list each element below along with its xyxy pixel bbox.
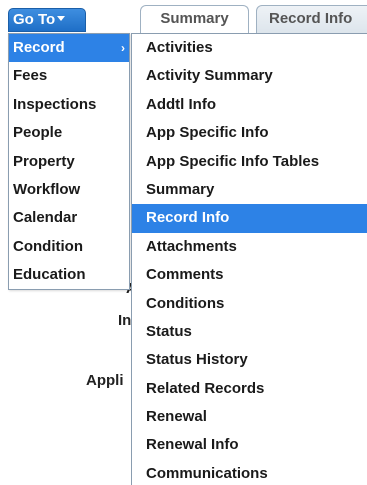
goto-button[interactable]: Go To: [8, 8, 86, 32]
submenu-item-communications[interactable]: Communications: [132, 460, 367, 485]
record-page: Go To Summary Record Info A In Appli Rec…: [0, 0, 367, 485]
menu-item-people[interactable]: People: [9, 119, 129, 147]
submenu-item-record-info[interactable]: Record Info: [132, 204, 367, 233]
menu-item-workflow[interactable]: Workflow: [9, 176, 129, 204]
caret-down-icon: [57, 16, 66, 21]
chevron-right-icon: ›: [121, 41, 125, 55]
submenu-item-conditions[interactable]: Conditions: [132, 290, 367, 318]
tab-record-info[interactable]: Record Info: [256, 5, 367, 33]
menu-item-education[interactable]: Education: [9, 261, 129, 289]
background-label: In: [118, 312, 132, 329]
submenu-item-summary[interactable]: Summary: [132, 176, 367, 204]
record-submenu: Activities Activity Summary Addtl Info A…: [131, 33, 367, 485]
menu-item-calendar[interactable]: Calendar: [9, 204, 129, 232]
submenu-item-status-history[interactable]: Status History: [132, 346, 367, 374]
menu-item-record[interactable]: Record ›: [9, 34, 129, 63]
submenu-item-addtl-info[interactable]: Addtl Info: [132, 91, 367, 119]
background-label: Appli: [86, 372, 124, 389]
submenu-item-activity-summary[interactable]: Activity Summary: [132, 62, 367, 90]
goto-menu: Record › Fees Inspections People Propert…: [8, 33, 130, 290]
menu-item-inspections[interactable]: Inspections: [9, 91, 129, 119]
menu-item-condition[interactable]: Condition: [9, 233, 129, 261]
tab-summary[interactable]: Summary: [140, 5, 249, 33]
submenu-item-attachments[interactable]: Attachments: [132, 233, 367, 261]
submenu-item-comments[interactable]: Comments: [132, 261, 367, 289]
menu-item-label: Record: [13, 39, 65, 56]
submenu-item-renewal-info[interactable]: Renewal Info: [132, 431, 367, 459]
menu-item-property[interactable]: Property: [9, 148, 129, 176]
submenu-item-app-specific-info[interactable]: App Specific Info: [132, 119, 367, 147]
submenu-item-renewal[interactable]: Renewal: [132, 403, 367, 431]
menu-item-fees[interactable]: Fees: [9, 62, 129, 90]
submenu-item-status[interactable]: Status: [132, 318, 367, 346]
goto-button-label: Go To: [13, 11, 56, 28]
submenu-item-related-records[interactable]: Related Records: [132, 375, 367, 403]
submenu-item-activities[interactable]: Activities: [132, 34, 367, 62]
submenu-item-app-specific-info-tables[interactable]: App Specific Info Tables: [132, 148, 367, 176]
